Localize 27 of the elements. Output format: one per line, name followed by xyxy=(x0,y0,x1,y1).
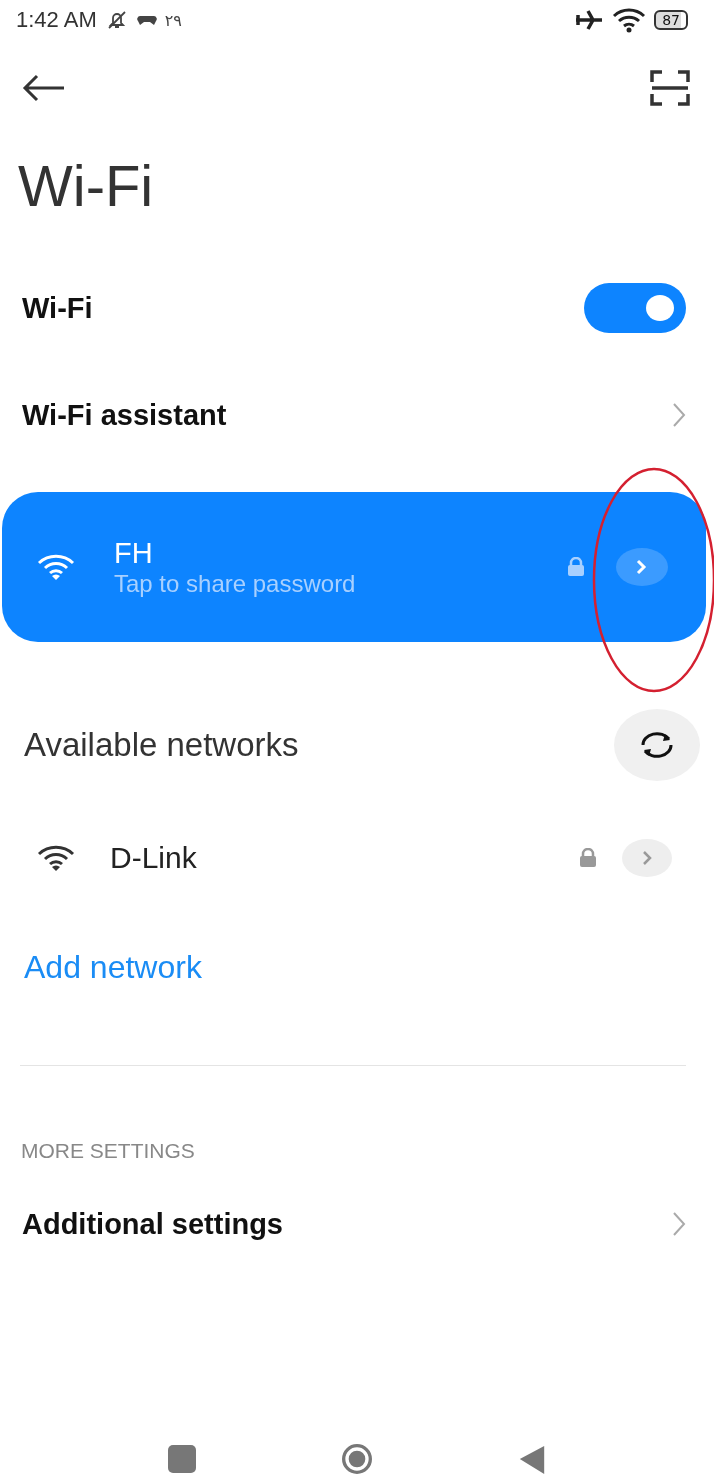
wifi-icon xyxy=(36,553,76,581)
connected-network-card[interactable]: FH Tap to share password xyxy=(2,492,706,642)
setting-label: Wi-Fi xyxy=(22,291,94,325)
wifi-toggle[interactable] xyxy=(584,283,686,333)
recents-icon[interactable] xyxy=(167,1444,197,1474)
status-date: ٢٩ xyxy=(164,10,182,30)
section-title: Available networks xyxy=(24,726,300,764)
setting-label[interactable]: Additional settings xyxy=(22,1207,672,1241)
status-time: 1:42 AM xyxy=(16,7,97,33)
scan-icon[interactable] xyxy=(650,70,690,106)
chevron-right-icon xyxy=(635,558,649,576)
wifi-icon xyxy=(36,844,76,872)
section-header: MORE SETTINGS xyxy=(21,1139,196,1163)
chevron-right-icon xyxy=(640,849,654,867)
chevron-right-icon xyxy=(672,1211,686,1237)
network-name[interactable]: D-Link xyxy=(110,841,578,875)
gamepad-icon xyxy=(136,13,157,27)
setting-label[interactable]: Wi-Fi assistant xyxy=(22,398,672,432)
airplane-icon xyxy=(574,9,605,31)
battery-indicator: 87 xyxy=(654,10,688,30)
page-title: Wi-Fi xyxy=(17,152,155,220)
chevron-right-icon xyxy=(672,402,686,428)
wifi-icon xyxy=(612,7,647,33)
back-arrow-icon[interactable] xyxy=(22,74,66,102)
network-subtitle: Tap to share password xyxy=(114,569,357,598)
network-name: FH xyxy=(114,536,154,570)
details-button[interactable] xyxy=(616,548,668,586)
